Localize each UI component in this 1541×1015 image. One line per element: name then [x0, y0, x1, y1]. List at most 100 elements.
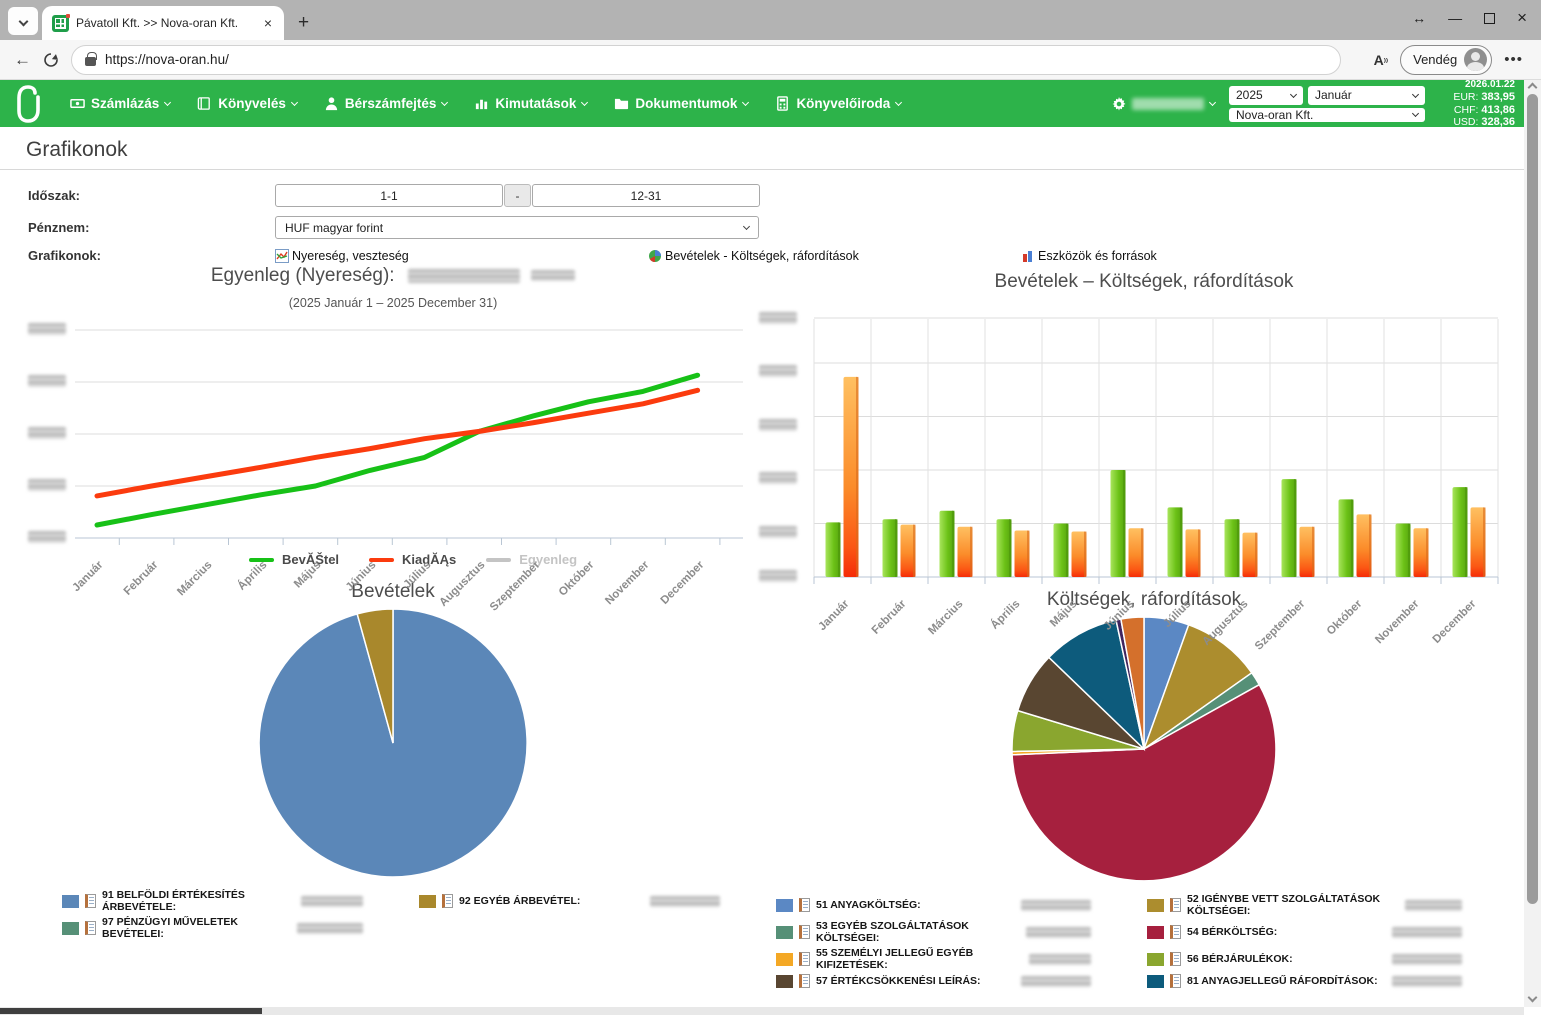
chevron-down-icon — [1412, 110, 1419, 117]
read-aloud-icon[interactable]: A⁾⁾ — [1374, 52, 1389, 68]
document-icon[interactable] — [1170, 952, 1181, 966]
legend-label: 92 EGYÉB ÁRBEVÉTEL: — [459, 895, 580, 907]
pie1-legend: 91 BELFÖLDI ÉRTÉKESÍTÉS ÁRBEVÉTELE: 92 EG… — [62, 889, 762, 940]
legend-item: 57 ÉRTÉKCSÖKKENÉSI LEÍRÁS: — [776, 974, 1133, 988]
scroll-down-icon[interactable] — [1528, 993, 1538, 1003]
x-axis-label: December — [1410, 598, 1478, 666]
document-icon[interactable] — [799, 925, 810, 939]
chart-link-label: Eszközök és források — [1038, 249, 1157, 263]
scroll-up-icon[interactable] — [1528, 83, 1538, 93]
redacted-value — [650, 896, 720, 907]
legend-item: 97 PÉNZÜGYI MŰVELETEK BEVÉTELEI: — [62, 916, 405, 940]
redacted-value — [301, 896, 363, 907]
page-title: Grafikonok — [0, 127, 1524, 170]
redacted-y-label — [759, 526, 797, 538]
legend-swatch — [1147, 975, 1164, 988]
line-chart-block: Egyenleg (Nyereség): (2025 Január 1 – 20… — [22, 265, 764, 988]
pie2-legend: 51 ANYAGKÖLTSÉG:52 IGÉNYBE VETT SZOLGÁLT… — [776, 893, 1504, 988]
redacted-y-label — [28, 479, 66, 491]
menu-item-berszamfejtes[interactable]: Bérszámfejtés — [324, 96, 448, 111]
legend-swatch — [776, 975, 793, 988]
redacted-y-label — [759, 472, 797, 484]
currency-value: HUF magyar forint — [285, 221, 383, 235]
chart-link-bevetelek[interactable]: Bevételek - Költségek, ráfordítások — [648, 249, 1021, 263]
period-from-input[interactable]: 1-1 — [275, 184, 503, 207]
menu-item-konyveloiroda[interactable]: Könyvelőiroda — [775, 96, 901, 111]
document-icon[interactable] — [799, 898, 810, 912]
document-icon[interactable] — [1170, 974, 1181, 988]
folder-icon — [614, 96, 629, 111]
chevron-down-icon — [743, 223, 750, 230]
document-icon[interactable] — [85, 894, 96, 908]
legend-item: 91 BELFÖLDI ÉRTÉKESÍTÉS ÁRBEVÉTELE: — [62, 889, 405, 913]
browser-tab[interactable]: Pávatoll Kft. >> Nova-oran Kft. × — [42, 6, 284, 40]
document-icon[interactable] — [1170, 898, 1181, 912]
month-select[interactable]: Január — [1308, 86, 1425, 105]
document-icon[interactable] — [799, 952, 810, 966]
app-navbar: Számlázás Könyvelés Bérszámfejtés Kimuta… — [0, 80, 1541, 127]
legend-swatch — [776, 899, 793, 912]
app-logo-icon[interactable] — [14, 85, 44, 123]
company-select[interactable]: Nova-oran Kft. — [1229, 108, 1425, 122]
document-icon[interactable] — [1170, 925, 1181, 939]
lock-icon[interactable] — [85, 57, 96, 66]
currency-label: Pénznem: — [28, 220, 275, 235]
document-icon[interactable] — [799, 974, 810, 988]
tab-resize-icon[interactable]: ↔ — [1412, 10, 1426, 26]
month-value: Január — [1315, 88, 1352, 102]
chevron-down-icon — [164, 98, 171, 105]
currency-select[interactable]: HUF magyar forint — [275, 216, 759, 239]
tab-close-icon[interactable]: × — [262, 15, 274, 31]
current-date: 2026.01.22 — [1435, 79, 1515, 92]
redacted-value — [1026, 927, 1091, 938]
period-separator: - — [504, 184, 531, 207]
period-to-input[interactable]: 12-31 — [532, 184, 760, 207]
back-button[interactable]: ← — [14, 50, 31, 70]
redacted-value — [1405, 900, 1462, 911]
refresh-button[interactable] — [43, 52, 59, 68]
horizontal-scrollbar-thumb[interactable] — [0, 1008, 262, 1014]
chevron-down-icon — [1290, 90, 1297, 97]
menu-item-kimutatasok[interactable]: Kimutatások — [474, 96, 587, 111]
document-icon[interactable] — [85, 921, 96, 935]
document-icon[interactable] — [442, 894, 453, 908]
menu-item-konyveles[interactable]: Könyvelés — [197, 96, 297, 111]
chart-link-nyereseg[interactable]: Nyereség, veszteség — [275, 249, 648, 263]
minimize-button[interactable]: — — [1448, 10, 1462, 26]
year-select[interactable]: 2025 — [1229, 86, 1303, 105]
maximize-button[interactable] — [1484, 13, 1495, 24]
horizontal-scrollbar[interactable] — [0, 1007, 1524, 1015]
chart-link-eszkozok[interactable]: Eszközök és források — [1021, 249, 1157, 263]
main-menu: Számlázás Könyvelés Bérszámfejtés Kimuta… — [70, 96, 901, 111]
url-bar[interactable]: https://nova-oran.hu/ — [71, 45, 1341, 75]
legend-swatch — [62, 895, 79, 908]
vertical-scrollbar[interactable] — [1524, 80, 1541, 1007]
redacted-title-value — [408, 269, 520, 283]
tab-search-dropdown[interactable] — [8, 7, 38, 35]
chevron-down-icon — [895, 98, 902, 105]
redacted-value — [1021, 900, 1091, 911]
user-settings-menu[interactable] — [1112, 97, 1215, 111]
rate-chf: CHF: 413,86 — [1435, 104, 1515, 117]
legend-label: 51 ANYAGKÖLTSÉG: — [816, 899, 921, 911]
new-tab-button[interactable]: + — [298, 12, 309, 34]
rate-eur: EUR: 383,95 — [1435, 91, 1515, 104]
menu-item-dokumentumok[interactable]: Dokumentumok — [614, 96, 748, 111]
chevron-down-icon — [1209, 98, 1216, 105]
calculator-icon — [775, 96, 790, 111]
menu-item-szamlazas[interactable]: Számlázás — [70, 96, 170, 111]
profile-button[interactable]: Vendég — [1400, 45, 1492, 75]
redacted-value — [1392, 954, 1462, 965]
line-chart-plot — [75, 320, 743, 546]
charts-label: Grafikonok: — [28, 248, 275, 263]
redacted-y-label — [28, 323, 66, 335]
browser-tab-strip: Pávatoll Kft. >> Nova-oran Kft. × + ↔ — … — [0, 0, 1541, 40]
browser-toolbar: ← https://nova-oran.hu/ A⁾⁾ Vendég ••• — [0, 40, 1541, 80]
redacted-value — [1392, 927, 1462, 938]
browser-menu-icon[interactable]: ••• — [1504, 51, 1523, 68]
scrollbar-thumb[interactable] — [1527, 94, 1538, 904]
close-window-button[interactable]: × — [1517, 8, 1527, 28]
redacted-value — [1021, 976, 1091, 987]
legend-swatch — [1147, 926, 1164, 939]
legend-item: 54 BÉRKÖLTSÉG: — [1147, 920, 1504, 944]
